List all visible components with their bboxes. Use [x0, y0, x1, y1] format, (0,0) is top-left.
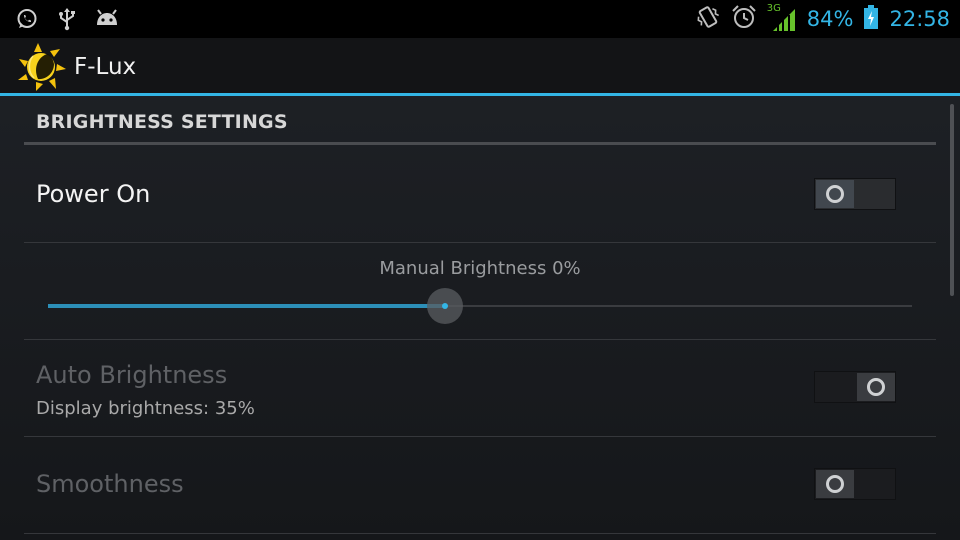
sun-app-icon[interactable] — [16, 42, 68, 92]
power-on-row[interactable]: Power On — [24, 145, 936, 243]
app-title: F-Lux — [74, 54, 137, 80]
power-on-title: Power On — [36, 180, 151, 208]
auto-brightness-toggle[interactable] — [814, 371, 896, 403]
smoothness-title: Smoothness — [36, 470, 184, 498]
auto-brightness-title: Auto Brightness — [36, 361, 228, 389]
vibrate-icon — [695, 3, 721, 35]
notification-icons — [14, 6, 120, 32]
clock: 22:58 — [889, 7, 950, 31]
section-title: BRIGHTNESS SETTINGS — [36, 111, 288, 133]
android-debug-icon — [94, 6, 120, 32]
settings-list: BRIGHTNESS SETTINGS Power On Manual Brig… — [24, 96, 936, 540]
action-bar: F-Lux — [0, 38, 960, 96]
system-indicators: 3G 84% 22:58 — [695, 3, 950, 35]
manual-brightness-label: Manual Brightness 0% — [379, 258, 581, 279]
toggle-knob — [816, 470, 854, 498]
smoothness-toggle[interactable] — [814, 468, 896, 500]
toggle-knob — [857, 373, 895, 401]
signal-3g-icon: 3G — [767, 3, 797, 33]
scrollbar[interactable] — [950, 104, 954, 296]
brightness-slider[interactable] — [48, 288, 912, 324]
status-bar: 3G 84% 22:58 — [0, 0, 960, 38]
smoothness-row[interactable]: Smoothness — [24, 437, 936, 534]
toggle-knob — [816, 180, 854, 208]
power-on-toggle[interactable] — [814, 178, 896, 210]
whatsapp-icon — [14, 6, 40, 32]
alarm-icon — [731, 4, 757, 34]
section-header: BRIGHTNESS SETTINGS — [24, 96, 936, 145]
auto-brightness-row[interactable]: Auto Brightness Display brightness: 35% — [24, 340, 936, 437]
manual-brightness-row: Manual Brightness 0% — [24, 243, 936, 340]
slider-progress — [48, 304, 446, 308]
slider-thumb[interactable] — [427, 288, 464, 324]
usb-icon — [54, 6, 80, 32]
auto-brightness-summary: Display brightness: 35% — [36, 398, 255, 419]
battery-charging-icon — [863, 4, 879, 34]
battery-percent: 84% — [806, 7, 854, 31]
